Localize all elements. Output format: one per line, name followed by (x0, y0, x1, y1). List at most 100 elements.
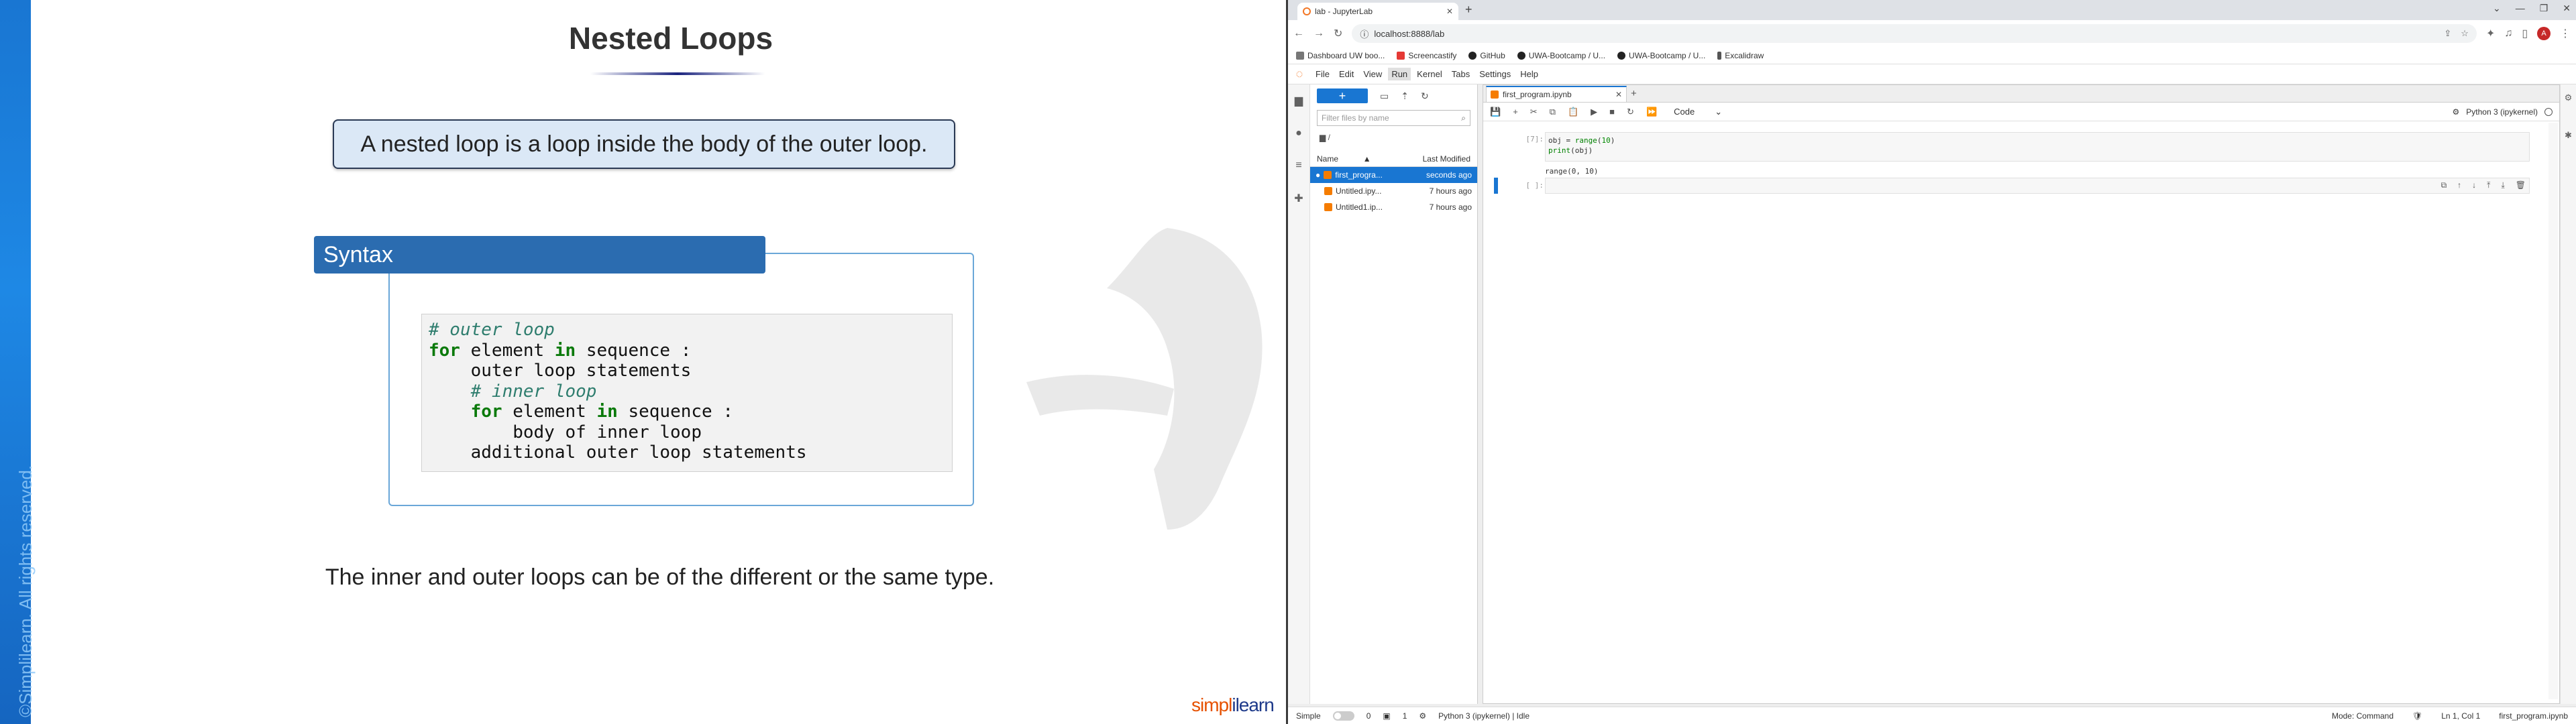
more-menu-icon[interactable]: ⋮ (2560, 27, 2571, 40)
right-sidebar-tabs: ⚙ ✱ (2560, 84, 2576, 704)
menu-tabs[interactable]: Tabs (1448, 68, 1473, 80)
bookmark-item[interactable]: Excalidraw (1717, 51, 1764, 60)
folder-icon[interactable]: ▆ (1295, 94, 1303, 107)
close-icon[interactable]: ✕ (1615, 90, 1622, 99)
menu-kernel[interactable]: Kernel (1413, 68, 1446, 80)
column-modified-header[interactable]: Last Modified (1423, 154, 1470, 164)
profile-avatar[interactable]: A (2537, 27, 2551, 40)
share-icon[interactable]: ⇪ (2444, 28, 2451, 39)
kernel-status-text[interactable]: Python 3 (ipykernel) | Idle (1438, 711, 1529, 721)
insert-above-icon[interactable]: ⤒ (2487, 180, 2490, 190)
save-icon[interactable]: 💾 (1490, 107, 1501, 117)
cell-type-select[interactable]: Code ⌄ (1669, 105, 1727, 119)
menu-help[interactable]: Help (1517, 68, 1542, 80)
extensions-icon[interactable]: ✚ (1294, 192, 1303, 205)
code-builtin: print (1548, 146, 1571, 155)
move-up-icon[interactable]: ↑ (2457, 180, 2461, 190)
copy-icon[interactable]: ⧉ (1550, 107, 1556, 117)
terminal-count[interactable]: 0 (1366, 711, 1371, 721)
slide-title: Nested Loops (568, 21, 773, 56)
jupyter-menu-bar: ◌ File Edit View Run Kernel Tabs Setting… (1288, 64, 2576, 84)
menu-settings[interactable]: Settings (1476, 68, 1514, 80)
run-icon[interactable]: ▶ (1591, 107, 1597, 117)
cut-icon[interactable]: ✂ (1530, 107, 1538, 117)
restart-icon[interactable]: ↻ (1627, 107, 1634, 117)
cursor-position[interactable]: Ln 1, Col 1 (2441, 711, 2480, 721)
menu-edit[interactable]: Edit (1336, 68, 1357, 80)
active-cell-indicator (1494, 178, 1498, 194)
new-tab-icon[interactable]: + (1465, 3, 1472, 17)
column-name-header[interactable]: Name ▲ (1317, 154, 1423, 164)
code-text: additional outer loop statements (429, 442, 807, 463)
debugger-icon[interactable]: ✱ (2565, 130, 2572, 141)
new-folder-icon[interactable]: ▭ (1380, 90, 1389, 102)
stop-icon[interactable]: ■ (1609, 107, 1615, 117)
bookmark-item[interactable]: Dashboard UW boo... (1296, 51, 1385, 60)
add-tab-icon[interactable]: + (1631, 88, 1637, 99)
file-filter-input[interactable]: Filter files by name ⌕ (1317, 110, 1470, 126)
code-text: sequence : (617, 402, 733, 422)
breadcrumb[interactable]: ▆ / (1310, 129, 1477, 146)
chevron-down-icon[interactable]: ⌄ (2493, 3, 2501, 14)
notebook-scrollbar[interactable] (2548, 123, 2558, 699)
file-row[interactable]: ● first_progra... seconds ago (1310, 167, 1477, 183)
jupyter-favicon-icon (1303, 7, 1311, 15)
duplicate-icon[interactable]: ⧉ (2441, 180, 2447, 190)
excalidraw-icon (1717, 51, 1722, 60)
slide-footer-text: The inner and outer loops can be of the … (325, 564, 995, 590)
forward-icon[interactable]: → (1313, 27, 1324, 40)
insert-below-icon[interactable]: ⤓ (2501, 180, 2504, 190)
cell-output: range(0, 10) (1545, 167, 1599, 176)
toc-icon[interactable]: ≡ (1295, 160, 1301, 172)
move-down-icon[interactable]: ↓ (2472, 180, 2476, 190)
media-icon[interactable]: ♫ (2504, 27, 2512, 40)
code-keyword: for (470, 402, 502, 422)
file-modified: 7 hours ago (1429, 202, 1472, 212)
insert-cell-icon[interactable]: + (1513, 107, 1518, 117)
bookmark-item[interactable]: GitHub (1468, 51, 1505, 60)
close-icon[interactable]: ✕ (1446, 7, 1453, 16)
search-icon: ⌕ (1461, 113, 1466, 123)
sort-up-icon: ▲ (1362, 154, 1371, 164)
file-row[interactable]: Untitled.ipy... 7 hours ago (1310, 183, 1477, 199)
simple-mode-toggle[interactable] (1332, 711, 1354, 721)
bookmark-item[interactable]: UWA-Bootcamp / U... (1617, 51, 1705, 60)
paste-icon[interactable]: 📋 (1568, 107, 1578, 117)
bookmark-item[interactable]: UWA-Bootcamp / U... (1517, 51, 1605, 60)
address-bar[interactable]: ⓘ localhost:8888/lab ⇪ ☆ (1352, 24, 2477, 43)
kernel-indicator[interactable]: ⚙ Python 3 (ipykernel) (2453, 107, 2553, 117)
menu-file[interactable]: File (1312, 68, 1333, 80)
back-icon[interactable]: ← (1293, 27, 1304, 40)
file-name: first_progra... (1335, 170, 1383, 180)
browser-tab[interactable]: lab - JupyterLab ✕ (1297, 3, 1458, 20)
kernel-count[interactable]: 1 (1403, 711, 1407, 721)
reload-icon[interactable]: ↻ (1334, 27, 1342, 40)
sidebar-icon[interactable]: ▯ (2522, 27, 2528, 40)
upload-icon[interactable]: ⇡ (1401, 90, 1409, 102)
brand-logo: simplilearn (1191, 695, 1275, 716)
menu-run[interactable]: Run (1388, 68, 1411, 80)
cell-input[interactable]: obj = range(10) print(obj) (1545, 132, 2530, 162)
menu-view[interactable]: View (1360, 68, 1385, 80)
restore-icon[interactable]: ❐ (2540, 3, 2548, 14)
bookmark-item[interactable]: Screencastify (1397, 51, 1456, 60)
browser-nav-bar: ← → ↻ ⓘ localhost:8888/lab ⇪ ☆ ✦ ♫ ▯ A ⋮ (1288, 20, 2576, 47)
running-icon[interactable]: ● (1295, 127, 1302, 139)
trusted-icon[interactable]: 🛡 (2412, 711, 2422, 721)
cell-input[interactable] (1545, 178, 2530, 194)
copyright-text: ©Simplilearn. All rights reserved. (15, 465, 36, 717)
new-launcher-button[interactable]: + (1317, 88, 1368, 103)
file-browser-toolbar: + ▭ ⇡ ↻ (1310, 84, 1477, 107)
delete-icon[interactable]: 🗑 (2516, 180, 2526, 190)
file-row[interactable]: Untitled1.ip... 7 hours ago (1310, 199, 1477, 215)
site-info-icon[interactable]: ⓘ (1360, 27, 1368, 40)
property-inspector-icon[interactable]: ⚙ (2565, 93, 2573, 103)
refresh-icon[interactable]: ↻ (1421, 90, 1429, 102)
bookmark-star-icon[interactable]: ☆ (2461, 28, 2469, 39)
restart-run-all-icon[interactable]: ⏩ (1646, 107, 1657, 117)
extensions-icon[interactable]: ✦ (2486, 27, 2495, 40)
minimize-icon[interactable]: — (2516, 3, 2525, 14)
close-window-icon[interactable]: ✕ (2563, 3, 2571, 14)
notebook-tab[interactable]: first_program.ipynb ✕ (1486, 86, 1627, 102)
filter-placeholder: Filter files by name (1322, 113, 1389, 123)
